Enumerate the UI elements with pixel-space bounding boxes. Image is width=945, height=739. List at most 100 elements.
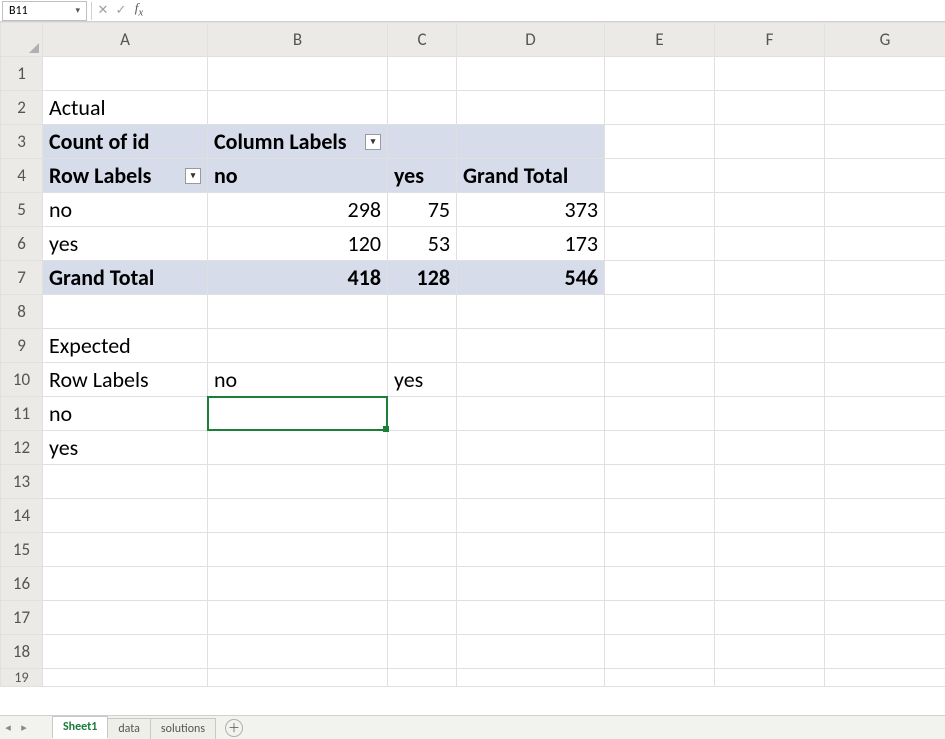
cell-D3[interactable] (457, 125, 605, 159)
cell-F3[interactable] (715, 125, 825, 159)
cell-D8[interactable] (457, 295, 605, 329)
cell-F17[interactable] (715, 601, 825, 635)
row-header-4[interactable]: 4 (1, 159, 43, 193)
column-header-G[interactable]: G (825, 23, 945, 57)
cell-B5[interactable]: 298 (208, 193, 388, 227)
cell-D14[interactable] (457, 499, 605, 533)
cell-E2[interactable] (605, 91, 715, 125)
cell-C14[interactable] (388, 499, 457, 533)
cell-G6[interactable] (825, 227, 945, 261)
cell-A3[interactable]: Count of id (43, 125, 208, 159)
cell-A11[interactable]: no (43, 397, 208, 431)
cell-B11[interactable] (208, 397, 388, 431)
cell-C9[interactable] (388, 329, 457, 363)
cell-D16[interactable] (457, 567, 605, 601)
sheet-tab-solutions[interactable]: solutions (150, 718, 216, 739)
cell-A13[interactable] (43, 465, 208, 499)
cell-A16[interactable] (43, 567, 208, 601)
cell-F1[interactable] (715, 57, 825, 91)
tab-nav-next-icon[interactable]: ▸ (16, 721, 32, 734)
cell-C19[interactable] (388, 669, 457, 687)
cell-E14[interactable] (605, 499, 715, 533)
row-header-17[interactable]: 17 (1, 601, 43, 635)
cell-E17[interactable] (605, 601, 715, 635)
cell-B14[interactable] (208, 499, 388, 533)
cell-C18[interactable] (388, 635, 457, 669)
cell-B2[interactable] (208, 91, 388, 125)
row-header-12[interactable]: 12 (1, 431, 43, 465)
cell-A1[interactable] (43, 57, 208, 91)
accept-formula-icon[interactable]: ✓ (112, 2, 130, 20)
cell-E12[interactable] (605, 431, 715, 465)
cell-E18[interactable] (605, 635, 715, 669)
fx-icon[interactable]: fx (130, 0, 148, 22)
cell-G17[interactable] (825, 601, 945, 635)
cell-D4[interactable]: Grand Total (457, 159, 605, 193)
cell-F10[interactable] (715, 363, 825, 397)
cell-C15[interactable] (388, 533, 457, 567)
cell-D5[interactable]: 373 (457, 193, 605, 227)
cell-B8[interactable] (208, 295, 388, 329)
pivot-filter-icon[interactable]: ▾ (185, 168, 201, 184)
cell-B12[interactable] (208, 431, 388, 465)
cell-F11[interactable] (715, 397, 825, 431)
cell-C8[interactable] (388, 295, 457, 329)
cell-D2[interactable] (457, 91, 605, 125)
cell-A18[interactable] (43, 635, 208, 669)
cell-D19[interactable] (457, 669, 605, 687)
cell-G7[interactable] (825, 261, 945, 295)
cell-B16[interactable] (208, 567, 388, 601)
cell-G3[interactable] (825, 125, 945, 159)
cancel-formula-icon[interactable]: ✕ (94, 2, 112, 20)
cell-D12[interactable] (457, 431, 605, 465)
cell-G11[interactable] (825, 397, 945, 431)
row-header-8[interactable]: 8 (1, 295, 43, 329)
cell-C17[interactable] (388, 601, 457, 635)
cell-E3[interactable] (605, 125, 715, 159)
cell-G19[interactable] (825, 669, 945, 687)
cell-D1[interactable] (457, 57, 605, 91)
column-header-E[interactable]: E (605, 23, 715, 57)
cell-C4[interactable]: yes (388, 159, 457, 193)
column-header-F[interactable]: F (715, 23, 825, 57)
cell-G15[interactable] (825, 533, 945, 567)
cell-F16[interactable] (715, 567, 825, 601)
row-header-19[interactable]: 19 (1, 669, 43, 687)
cell-G1[interactable] (825, 57, 945, 91)
column-header-C[interactable]: C (388, 23, 457, 57)
cell-D17[interactable] (457, 601, 605, 635)
cell-A7[interactable]: Grand Total (43, 261, 208, 295)
cell-B17[interactable] (208, 601, 388, 635)
row-header-11[interactable]: 11 (1, 397, 43, 431)
cell-F4[interactable] (715, 159, 825, 193)
row-header-16[interactable]: 16 (1, 567, 43, 601)
row-header-13[interactable]: 13 (1, 465, 43, 499)
cell-C2[interactable] (388, 91, 457, 125)
cell-A5[interactable]: no (43, 193, 208, 227)
cell-D9[interactable] (457, 329, 605, 363)
tab-nav-prev-icon[interactable]: ◂ (0, 721, 16, 734)
cell-C6[interactable]: 53 (388, 227, 457, 261)
pivot-filter-icon[interactable]: ▾ (365, 134, 381, 150)
cell-A15[interactable] (43, 533, 208, 567)
row-header-3[interactable]: 3 (1, 125, 43, 159)
cell-F18[interactable] (715, 635, 825, 669)
cell-E8[interactable] (605, 295, 715, 329)
cell-C12[interactable] (388, 431, 457, 465)
cell-C5[interactable]: 75 (388, 193, 457, 227)
row-header-10[interactable]: 10 (1, 363, 43, 397)
cell-F9[interactable] (715, 329, 825, 363)
cell-B18[interactable] (208, 635, 388, 669)
cell-F15[interactable] (715, 533, 825, 567)
cell-E19[interactable] (605, 669, 715, 687)
cell-A12[interactable]: yes (43, 431, 208, 465)
cell-B4[interactable]: no (208, 159, 388, 193)
row-header-5[interactable]: 5 (1, 193, 43, 227)
cell-C3[interactable] (388, 125, 457, 159)
cell-F12[interactable] (715, 431, 825, 465)
cell-G14[interactable] (825, 499, 945, 533)
cell-F13[interactable] (715, 465, 825, 499)
cell-G12[interactable] (825, 431, 945, 465)
cell-A17[interactable] (43, 601, 208, 635)
cell-F14[interactable] (715, 499, 825, 533)
